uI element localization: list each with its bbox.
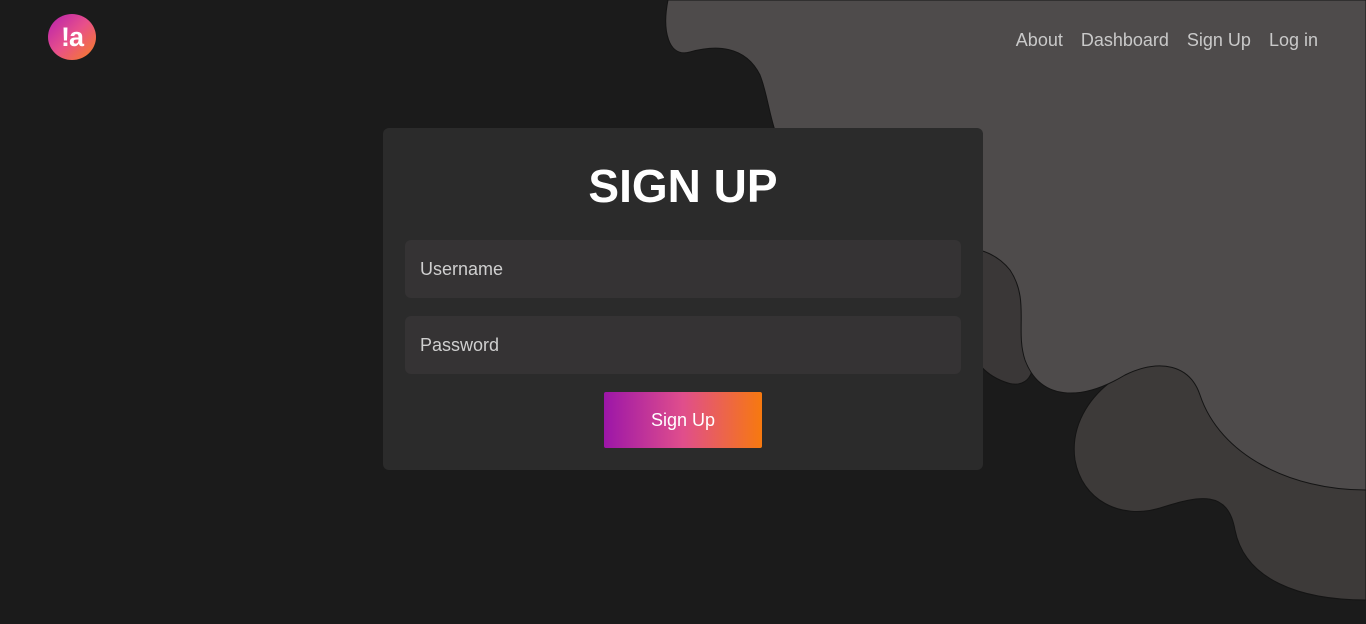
form-title: SIGN UP bbox=[588, 160, 778, 212]
nav-link-dashboard[interactable]: Dashboard bbox=[1081, 29, 1169, 51]
background-blob-lower bbox=[1073, 359, 1366, 601]
nav-link-log-in[interactable]: Log in bbox=[1269, 29, 1318, 51]
password-input[interactable] bbox=[405, 316, 961, 374]
top-nav: About Dashboard Sign Up Log in bbox=[1016, 29, 1318, 51]
sign-up-button[interactable]: Sign Up bbox=[604, 392, 762, 448]
page: !a About Dashboard Sign Up Log in SIGN U… bbox=[0, 0, 1366, 624]
nav-link-sign-up[interactable]: Sign Up bbox=[1187, 29, 1251, 51]
brand-logo-text: !a bbox=[60, 21, 84, 52]
sign-up-card: SIGN UP Sign Up bbox=[383, 128, 983, 470]
username-input[interactable] bbox=[405, 240, 961, 298]
brand-logo[interactable]: !a bbox=[48, 14, 96, 60]
nav-link-about[interactable]: About bbox=[1016, 29, 1063, 51]
